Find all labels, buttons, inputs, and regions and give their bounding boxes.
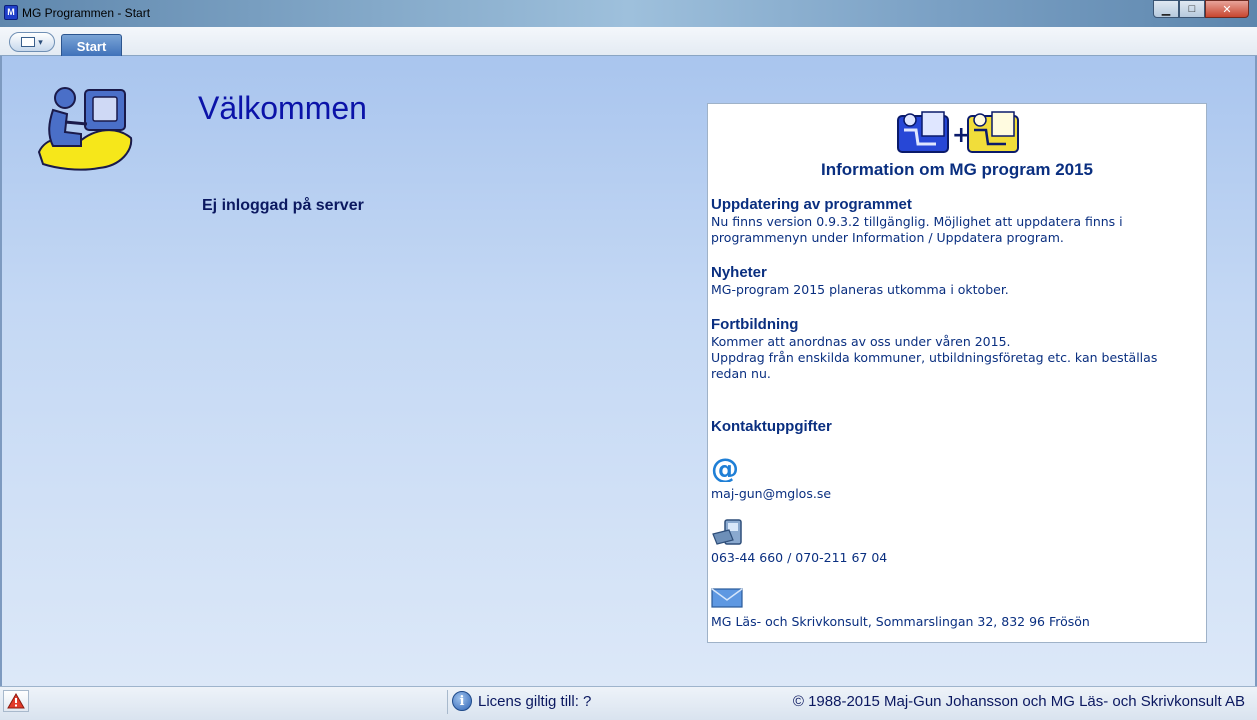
update-line-1: Nu finns version 0.9.3.2 tillgänglig. Mö… xyxy=(711,214,1123,229)
main-area: Välkommen Ej inloggad på server + Inform… xyxy=(0,56,1257,686)
window-controls: ▁ □ ✕ xyxy=(1153,0,1249,18)
minimize-button[interactable]: ▁ xyxy=(1153,0,1179,18)
training-heading: Fortbildning xyxy=(711,316,799,333)
contact-heading: Kontaktuppgifter xyxy=(711,418,832,435)
training-line-3: redan nu. xyxy=(711,366,771,381)
status-separator xyxy=(447,690,448,714)
info-icon: i xyxy=(452,691,472,711)
news-line-1: MG-program 2015 planeras utkomma i oktob… xyxy=(711,282,1009,297)
tab-bar: ▾ Start xyxy=(0,27,1257,57)
maximize-button[interactable]: □ xyxy=(1179,0,1205,18)
app-menu-button[interactable]: ▾ xyxy=(9,32,55,52)
news-heading: Nyheter xyxy=(711,264,767,281)
app-icon[interactable]: M xyxy=(4,5,18,20)
news-text: MG-program 2015 planeras utkomma i oktob… xyxy=(711,282,1201,298)
info-panel: + Information om MG program 2015 Uppdate… xyxy=(707,103,1207,643)
close-button[interactable]: ✕ xyxy=(1205,0,1249,18)
info-title: Information om MG program 2015 xyxy=(820,160,1094,179)
license-status[interactable]: i Licens giltig till: ? xyxy=(452,691,591,711)
address-text: MG Läs- och Skrivkonsult, Sommarslingan … xyxy=(711,614,1090,629)
app-menu-icon xyxy=(21,37,36,47)
status-bar: i Licens giltig till: ? © 1988-2015 Maj-… xyxy=(0,686,1257,720)
training-line-1: Kommer att anordnas av oss under våren 2… xyxy=(711,334,1011,349)
welcome-heading: Välkommen xyxy=(198,90,367,126)
envelope-icon xyxy=(711,588,743,608)
copyright-text: © 1988-2015 Maj-Gun Johansson och MG Läs… xyxy=(792,693,1245,710)
update-text: Nu finns version 0.9.3.2 tillgänglig. Mö… xyxy=(711,214,1201,246)
window-title: MG Programmen - Start xyxy=(22,6,151,20)
warning-button[interactable] xyxy=(3,690,29,712)
person-at-computer-logo xyxy=(37,87,133,171)
warning-triangle-icon xyxy=(7,693,25,709)
login-status: Ej inloggad på server xyxy=(202,197,364,214)
license-text: Licens giltig till: ? xyxy=(478,692,592,710)
two-persons-plus-logo: + xyxy=(897,111,1019,153)
email-text[interactable]: maj-gun@mglos.se xyxy=(711,486,1201,502)
training-line-2: Uppdrag från enskilda kommuner, utbildni… xyxy=(711,350,1158,365)
chevron-down-icon: ▾ xyxy=(38,36,43,47)
training-text: Kommer att anordnas av oss under våren 2… xyxy=(711,334,1201,382)
svg-text:@: @ xyxy=(711,454,739,482)
phone-text: 063-44 660 / 070-211 67 04 xyxy=(711,550,888,565)
at-sign-icon: @ xyxy=(711,454,739,482)
update-line-2: programmenyn under Information / Uppdate… xyxy=(711,230,1064,245)
tab-start[interactable]: Start xyxy=(61,34,122,57)
phone-icon xyxy=(712,519,742,545)
update-heading: Uppdatering av programmet xyxy=(711,196,912,213)
title-bar: M MG Programmen - Start ▁ □ ✕ xyxy=(0,0,1257,27)
